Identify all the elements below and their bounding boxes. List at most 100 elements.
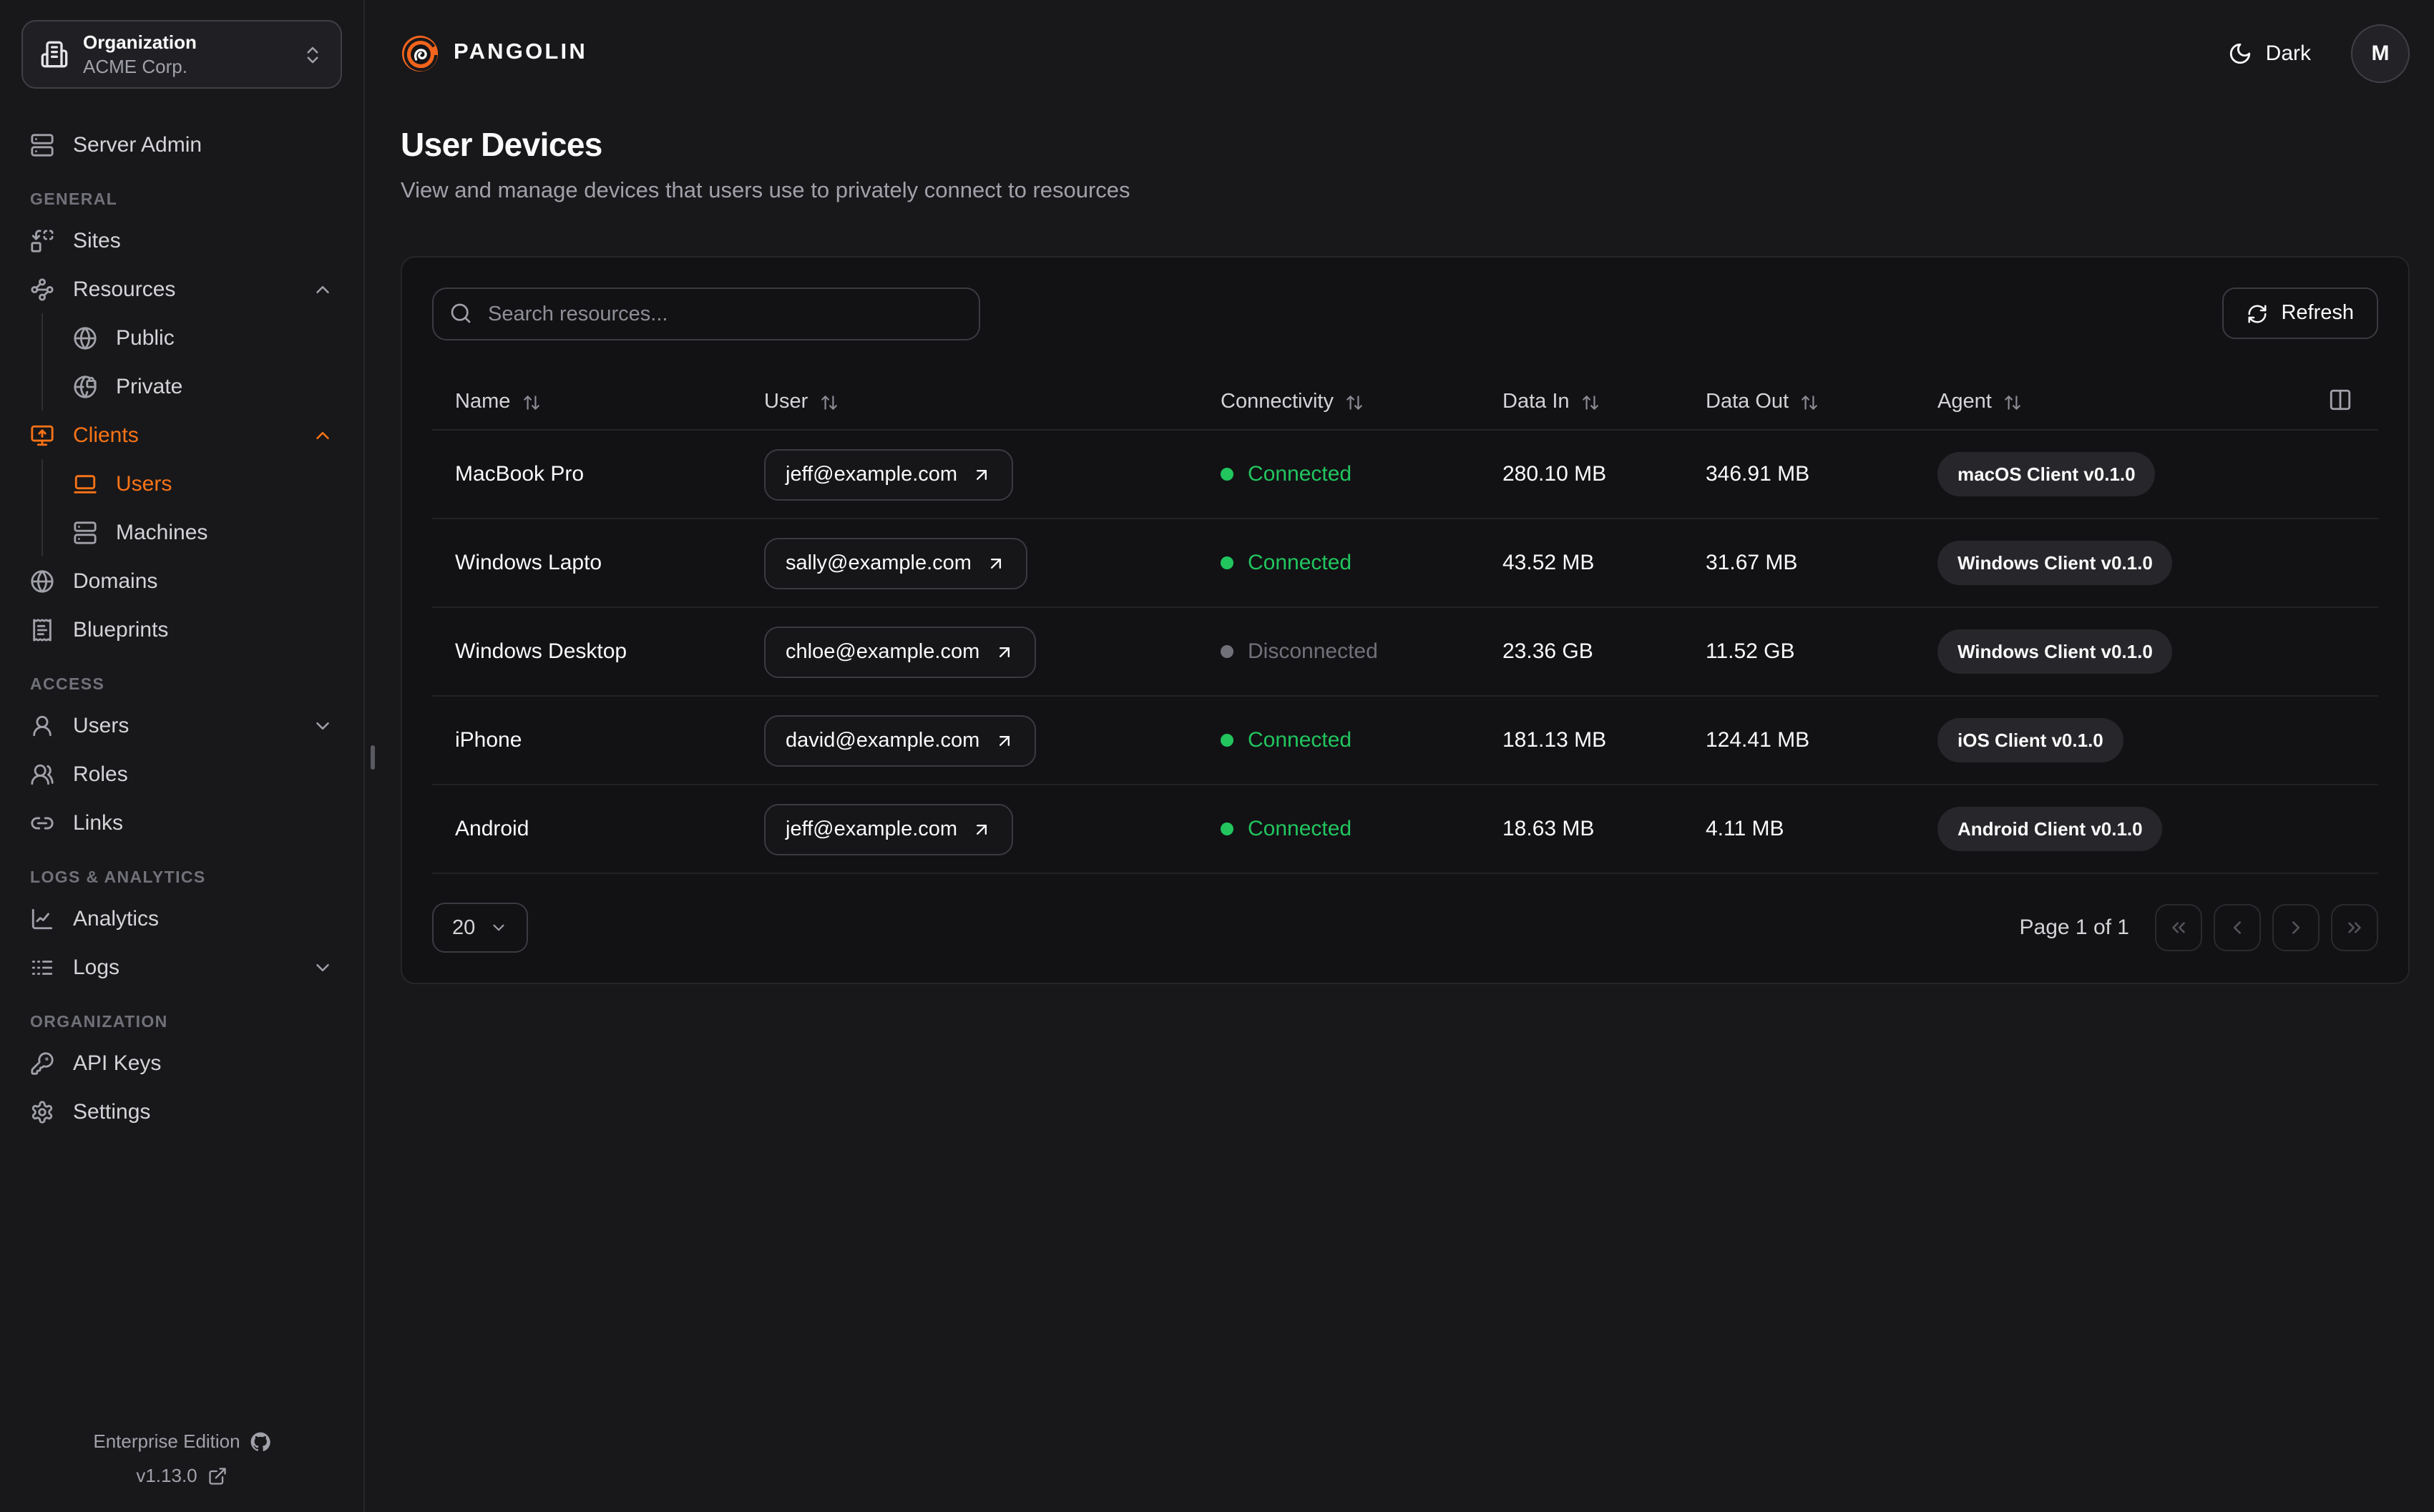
sidebar-item-blueprints[interactable]: Blueprints: [21, 605, 342, 654]
column-header[interactable]: Connectivity: [1198, 391, 1480, 413]
connectivity-cell: Connected: [1198, 817, 1480, 841]
pangolin-logo-icon: [401, 34, 439, 72]
status-dot: [1221, 734, 1233, 747]
sidebar-item-label: Sites: [73, 228, 121, 252]
user-link-button[interactable]: sally@example.com: [764, 537, 1027, 589]
globe-icon: [31, 569, 54, 592]
sidebar-item-users[interactable]: Users: [21, 701, 342, 750]
table-row: Windows Lapto sally@example.com Connecte…: [432, 519, 2378, 608]
sort-icon: [2004, 395, 2020, 409]
section-heading-access: ACCESS: [30, 677, 105, 694]
topbar-right: Dark M: [2220, 24, 2410, 82]
search-box: [432, 288, 980, 340]
avatar[interactable]: M: [2351, 24, 2410, 82]
key-icon: [31, 1051, 54, 1074]
sort-icon: [1582, 395, 1598, 409]
column-header[interactable]: Data In: [1480, 391, 1683, 413]
table-row: iPhone david@example.com Connected 181.1…: [432, 697, 2378, 785]
status-dot: [1221, 823, 1233, 835]
page-size-select[interactable]: 20: [432, 903, 529, 953]
previous-page-button[interactable]: [2214, 904, 2261, 951]
chevron-down-icon: [493, 924, 504, 931]
sidebar-item-analytics[interactable]: Analytics: [21, 894, 342, 943]
connectivity-cell: Disconnected: [1198, 639, 1480, 664]
user-link-button[interactable]: david@example.com: [764, 715, 1036, 766]
sort-icon: [523, 395, 539, 409]
refresh-button[interactable]: Refresh: [2222, 288, 2378, 339]
column-header[interactable]: Agent: [1915, 391, 2378, 413]
card-toolbar: Refresh: [432, 288, 2378, 340]
table-body: MacBook Pro jeff@example.com Connected 2…: [432, 431, 2378, 874]
sidebar-item-links[interactable]: Links: [21, 798, 342, 847]
user-link-button[interactable]: jeff@example.com: [764, 803, 1014, 855]
sidebar-item-label: Public: [116, 325, 175, 350]
theme-toggle-button[interactable]: Dark: [2220, 39, 2320, 67]
app-root: Organization ACME Corp. Server Admin GEN…: [0, 0, 2434, 1512]
user-cell: jeff@example.com: [741, 803, 1198, 855]
sidebar-resize-handle[interactable]: [371, 745, 375, 770]
data-in-cell: 43.52 MB: [1502, 551, 1595, 575]
status-dot: [1221, 556, 1233, 569]
brand-name: PANGOLIN: [454, 40, 587, 64]
gear-icon: [31, 1100, 53, 1123]
pagination-status: Page 1 of 1: [2019, 915, 2129, 940]
chart-line-icon: [31, 908, 53, 929]
sidebar-item-machines[interactable]: Machines: [43, 508, 342, 556]
column-header[interactable]: Name: [432, 391, 741, 413]
agent-badge: Windows Client v0.1.0: [1937, 541, 2173, 585]
arrow-up-right-icon: [990, 558, 1001, 568]
next-page-button[interactable]: [2272, 904, 2320, 951]
sidebar-item-label: Roles: [73, 762, 128, 786]
sidebar-item-label: Users: [116, 471, 172, 496]
column-header-label: Connectivity: [1221, 391, 1334, 413]
sidebar-item-sites[interactable]: Sites: [21, 216, 342, 265]
sidebar-item-domains[interactable]: Domains: [21, 556, 342, 605]
connectivity-cell: Connected: [1198, 551, 1480, 575]
sidebar-item-label: Resources: [73, 277, 176, 301]
chevrons-right-icon: [2348, 922, 2361, 933]
table-header-row: Name User Connectivity Data In Data Out …: [432, 375, 2378, 431]
resources-icon: [31, 278, 54, 300]
column-settings-button[interactable]: [2328, 388, 2352, 412]
devices-card: Refresh Name User Connectivity Data In D…: [401, 256, 2410, 984]
server-icon: [31, 133, 54, 156]
sidebar-item-roles[interactable]: Roles: [21, 750, 342, 798]
column-header[interactable]: User: [741, 391, 1198, 413]
user-link-button[interactable]: jeff@example.com: [764, 448, 1014, 500]
sidebar-item-resources[interactable]: Resources: [21, 265, 342, 313]
sidebar-item-api-keys[interactable]: API Keys: [21, 1039, 342, 1087]
sidebar-item-label: Domains: [73, 569, 158, 593]
logs-icon: [31, 960, 53, 974]
agent-cell: Android Client v0.1.0: [1915, 807, 2378, 851]
column-header-label: Agent: [1937, 391, 1992, 413]
sidebar-item-private[interactable]: Private: [43, 362, 342, 411]
sidebar-item-logs[interactable]: Logs: [21, 943, 342, 991]
sidebar-item-label: Links: [73, 810, 124, 835]
org-switcher[interactable]: Organization ACME Corp.: [21, 20, 342, 89]
search-input[interactable]: [432, 288, 980, 340]
device-name-cell: Windows Lapto: [455, 551, 602, 575]
github-icon: [250, 1431, 270, 1450]
edition-link[interactable]: Enterprise Edition: [93, 1430, 270, 1452]
version-link[interactable]: v1.13.0: [136, 1465, 227, 1486]
sidebar-item-server-admin[interactable]: Server Admin: [21, 120, 342, 169]
arrow-up-right-icon: [999, 735, 1010, 745]
first-page-button[interactable]: [2155, 904, 2202, 951]
chevron-down-icon: [316, 963, 329, 971]
column-header-label: Data In: [1502, 391, 1570, 413]
sidebar-item-clients[interactable]: Clients: [21, 411, 342, 459]
arrow-up-right-icon: [999, 647, 1010, 657]
chevrons-left-icon: [2172, 922, 2185, 933]
sidebar-item-settings[interactable]: Settings: [21, 1087, 342, 1136]
column-header-label: Name: [455, 391, 511, 413]
column-header[interactable]: Data Out: [1683, 391, 1915, 413]
brand[interactable]: PANGOLIN: [401, 34, 587, 72]
laptop-icon: [74, 474, 97, 493]
data-in-cell: 181.13 MB: [1502, 728, 1607, 752]
last-page-button[interactable]: [2331, 904, 2378, 951]
data-in-cell: 280.10 MB: [1502, 462, 1607, 486]
user-link-button[interactable]: chloe@example.com: [764, 626, 1036, 677]
sidebar-item-client-users[interactable]: Users: [43, 459, 342, 508]
sidebar-item-label: Blueprints: [73, 617, 169, 642]
sidebar-item-public[interactable]: Public: [43, 313, 342, 362]
